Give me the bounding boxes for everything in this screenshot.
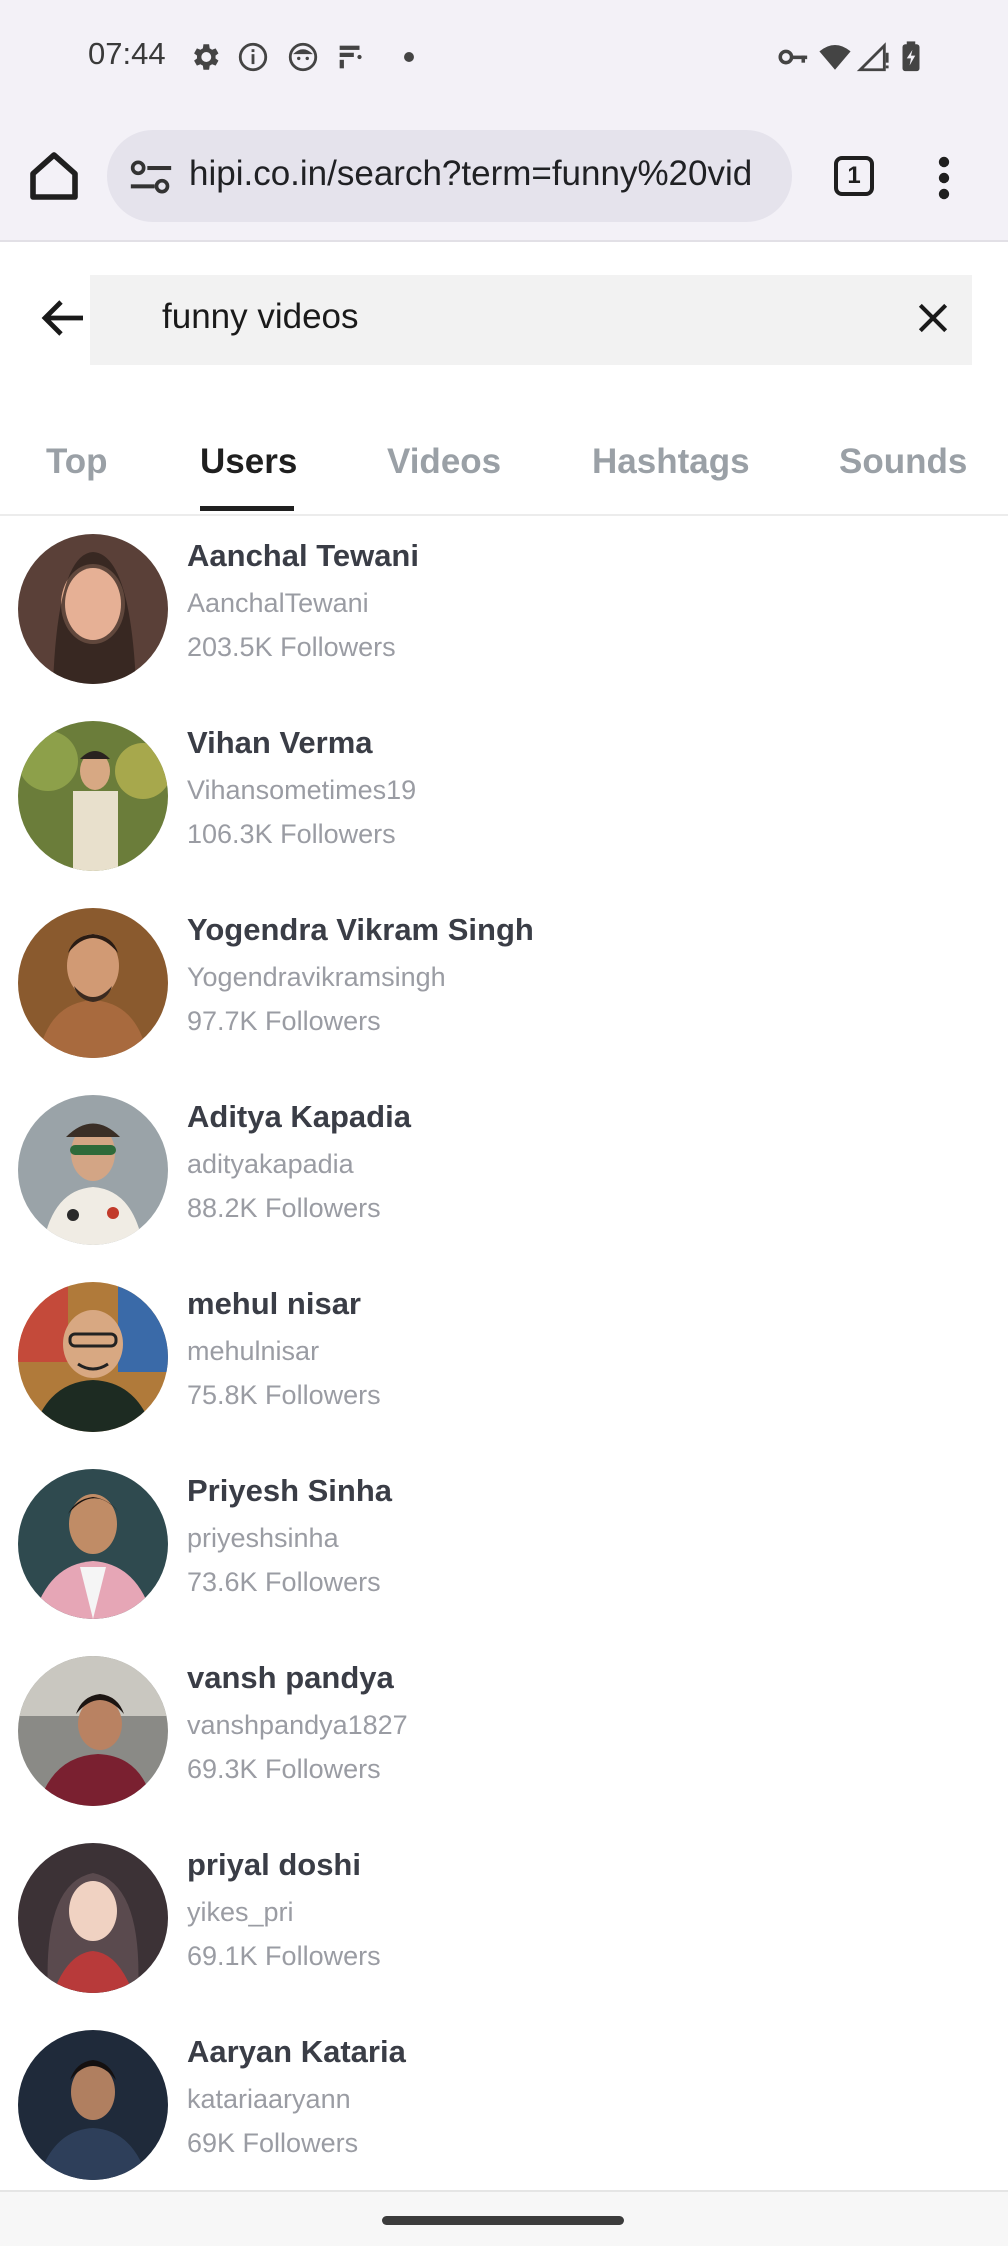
data-saver-icon bbox=[339, 45, 362, 69]
user-followers: 69.1K Followers bbox=[187, 1941, 381, 1971]
site-settings-icon[interactable] bbox=[129, 158, 173, 196]
list-item[interactable]: Yogendra Vikram Singh Yogendravikramsing… bbox=[0, 908, 1008, 1078]
search-input[interactable]: funny videos bbox=[90, 275, 972, 365]
user-handle: yikes_pri bbox=[187, 1897, 294, 1927]
user-name[interactable]: mehul nisar bbox=[187, 1286, 361, 1322]
face-icon bbox=[288, 42, 318, 72]
list-item[interactable]: priyal doshi yikes_pri 69.1K Followers bbox=[0, 1843, 1008, 2013]
status-bar: 07:44 bbox=[0, 0, 1008, 116]
dot-icon bbox=[404, 52, 414, 62]
user-name[interactable]: vansh pandya bbox=[187, 1660, 394, 1696]
user-handle: vanshpandya1827 bbox=[187, 1710, 408, 1740]
avatar[interactable] bbox=[18, 2030, 168, 2180]
list-item[interactable]: Vihan Verma Vihansometimes19 106.3K Foll… bbox=[0, 721, 1008, 891]
user-handle: AanchalTewani bbox=[187, 588, 369, 618]
user-handle: adityakapadia bbox=[187, 1149, 354, 1179]
user-followers: 69K Followers bbox=[187, 2128, 359, 2158]
signal-icon bbox=[856, 42, 889, 72]
user-handle: Yogendravikramsingh bbox=[187, 962, 446, 992]
vpn-key-icon bbox=[778, 49, 808, 65]
tab-top[interactable]: Top bbox=[46, 442, 108, 482]
list-item[interactable]: vansh pandya vanshpandya1827 69.3K Follo… bbox=[0, 1656, 1008, 1826]
wifi-icon bbox=[819, 44, 851, 70]
user-followers: 106.3K Followers bbox=[187, 819, 396, 849]
avatar[interactable] bbox=[18, 1282, 168, 1432]
url-text[interactable]: hipi.co.in/search?term=funny%20vid bbox=[189, 154, 752, 194]
user-name[interactable]: Priyesh Sinha bbox=[187, 1473, 392, 1509]
user-handle: katariaaryann bbox=[187, 2084, 351, 2114]
avatar[interactable] bbox=[18, 721, 168, 871]
list-item[interactable]: mehul nisar mehulnisar 75.8K Followers bbox=[0, 1282, 1008, 1452]
info-icon bbox=[238, 42, 268, 72]
avatar[interactable] bbox=[18, 1469, 168, 1619]
user-followers: 75.8K Followers bbox=[187, 1380, 381, 1410]
tab-videos[interactable]: Videos bbox=[387, 442, 501, 482]
list-item[interactable]: Priyesh Sinha priyeshsinha 73.6K Followe… bbox=[0, 1469, 1008, 1639]
user-followers: 97.7K Followers bbox=[187, 1006, 381, 1036]
more-vert-icon[interactable] bbox=[930, 154, 958, 202]
user-name[interactable]: priyal doshi bbox=[187, 1847, 361, 1883]
battery-icon bbox=[902, 41, 920, 72]
active-tab-indicator bbox=[200, 506, 294, 511]
tab-switcher-button[interactable]: 1 bbox=[834, 156, 874, 196]
home-indicator[interactable] bbox=[382, 2216, 624, 2225]
user-followers: 203.5K Followers bbox=[187, 632, 396, 662]
avatar[interactable] bbox=[18, 534, 168, 684]
search-tabs: Top Users Videos Hashtags Sounds bbox=[0, 418, 1008, 516]
user-followers: 69.3K Followers bbox=[187, 1754, 381, 1784]
close-icon[interactable] bbox=[914, 299, 952, 337]
list-item[interactable]: Aaryan Kataria katariaaryann 69K Followe… bbox=[0, 2030, 1008, 2200]
avatar[interactable] bbox=[18, 1656, 168, 1806]
list-item[interactable]: Aditya Kapadia adityakapadia 88.2K Follo… bbox=[0, 1095, 1008, 1265]
navigation-bar bbox=[0, 2190, 1008, 2246]
avatar[interactable] bbox=[18, 908, 168, 1058]
user-name[interactable]: Aanchal Tewani bbox=[187, 538, 419, 574]
user-followers: 88.2K Followers bbox=[187, 1193, 381, 1223]
tab-hashtags[interactable]: Hashtags bbox=[592, 442, 750, 482]
user-followers: 73.6K Followers bbox=[187, 1567, 381, 1597]
list-item[interactable]: Aanchal Tewani AanchalTewani 203.5K Foll… bbox=[0, 534, 1008, 704]
search-query[interactable]: funny videos bbox=[162, 297, 359, 337]
gear-icon bbox=[194, 44, 219, 70]
avatar[interactable] bbox=[18, 1095, 168, 1245]
status-time: 07:44 bbox=[88, 36, 166, 71]
user-handle: Vihansometimes19 bbox=[187, 775, 417, 805]
avatar[interactable] bbox=[18, 1843, 168, 1993]
user-name[interactable]: Aditya Kapadia bbox=[187, 1099, 411, 1135]
user-handle: mehulnisar bbox=[187, 1336, 320, 1366]
browser-toolbar: hipi.co.in/search?term=funny%20vid 1 bbox=[0, 116, 1008, 242]
user-handle: priyeshsinha bbox=[187, 1523, 339, 1553]
user-name[interactable]: Yogendra Vikram Singh bbox=[187, 912, 534, 948]
user-name[interactable]: Aaryan Kataria bbox=[187, 2034, 406, 2070]
home-icon[interactable] bbox=[26, 148, 82, 204]
user-name[interactable]: Vihan Verma bbox=[187, 725, 373, 761]
url-bar[interactable]: hipi.co.in/search?term=funny%20vid bbox=[107, 130, 792, 222]
back-arrow-icon[interactable] bbox=[38, 296, 88, 340]
tab-sounds[interactable]: Sounds bbox=[839, 442, 967, 482]
tab-users[interactable]: Users bbox=[200, 442, 297, 482]
